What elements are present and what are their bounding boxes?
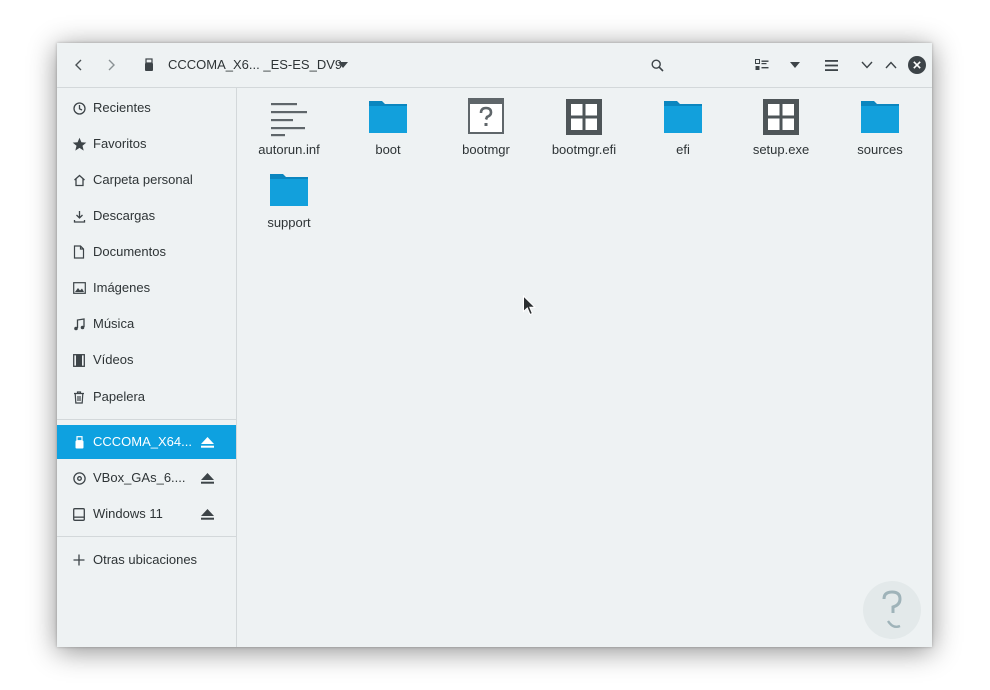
star-icon: [71, 136, 87, 152]
sidebar-item-papelera[interactable]: Papelera: [57, 380, 236, 414]
sidebar-item-label: Windows 11: [93, 506, 163, 521]
optical-disc-icon: [71, 470, 87, 486]
sidebar-item-label: Papelera: [93, 389, 146, 404]
chevron-left-icon: [75, 59, 82, 71]
sidebar-item-label: Favoritos: [93, 136, 147, 151]
header-bar: CCCOMA_X6... _ES-ES_DV9: [57, 43, 932, 88]
file-name: boot: [375, 142, 401, 157]
file-manager-window: CCCOMA_X6... _ES-ES_DV9 Recientes Favori…: [57, 43, 932, 647]
sidebar-item-label: Otras ubicaciones: [93, 552, 198, 567]
file-name: bootmgr.efi: [551, 142, 617, 157]
eject-icon[interactable]: [200, 471, 214, 485]
image-icon: [71, 280, 87, 296]
download-icon: [71, 208, 87, 224]
path-dropdown-button[interactable]: [329, 51, 357, 79]
document-icon: [71, 244, 87, 260]
chevron-right-icon: [108, 59, 115, 71]
sidebar-item-descargas[interactable]: Descargas: [57, 199, 236, 233]
eject-icon[interactable]: [200, 435, 214, 449]
usb-drive-icon: [71, 434, 87, 450]
clock-icon: [71, 100, 87, 116]
trash-icon: [71, 389, 87, 405]
triangle-down-icon: [338, 62, 348, 68]
sidebar-item-musica[interactable]: Música: [57, 307, 236, 341]
sidebar-device-vbox[interactable]: VBox_GAs_6....: [57, 461, 236, 495]
triangle-down-icon: [790, 62, 800, 68]
hamburger-menu-icon: [824, 59, 838, 71]
file-item[interactable]: autorun.inf: [240, 88, 338, 158]
home-icon: [71, 172, 87, 188]
view-options-button[interactable]: [781, 51, 809, 79]
sidebar-item-label: Música: [93, 316, 135, 331]
close-icon: [908, 56, 926, 74]
sidebar-separator: [57, 419, 236, 420]
sidebar-item-favoritos[interactable]: Favoritos: [57, 127, 236, 161]
file-name: setup.exe: [752, 142, 810, 157]
sidebar-item-label: Recientes: [93, 100, 151, 115]
unknown-file-icon: [468, 98, 504, 134]
file-name: sources: [857, 142, 903, 157]
watermark-logo-icon: [863, 581, 921, 639]
mouse-cursor-icon: [523, 295, 537, 316]
sidebar-device-cccoma[interactable]: CCCOMA_X64...: [57, 425, 236, 459]
sidebar-item-otras-ubicaciones[interactable]: Otras ubicaciones: [57, 543, 236, 577]
sidebar-item-recientes[interactable]: Recientes: [57, 91, 236, 125]
folder-icon: [861, 101, 899, 133]
path-title[interactable]: CCCOMA_X6... _ES-ES_DV9: [168, 57, 342, 72]
sidebar-item-label: Vídeos: [93, 352, 134, 367]
file-name: bootmgr: [462, 142, 510, 157]
forward-button[interactable]: [97, 51, 125, 79]
chevron-up-icon: [885, 61, 897, 69]
path-drive-button[interactable]: [135, 51, 163, 79]
file-name: autorun.inf: [258, 142, 320, 157]
file-grid: autorun.inf boot bootmgr bootmgr.efi efi…: [237, 88, 932, 647]
main-menu-button[interactable]: [817, 51, 845, 79]
film-icon: [71, 352, 87, 368]
sidebar-item-label: Imágenes: [93, 280, 151, 295]
folder-icon: [270, 174, 308, 206]
hard-drive-icon: [71, 506, 87, 522]
sidebar-item-label: Descargas: [93, 208, 156, 223]
back-button[interactable]: [65, 51, 93, 79]
folder-item[interactable]: sources: [831, 88, 929, 158]
sidebar-device-windows11[interactable]: Windows 11: [57, 497, 236, 531]
sidebar-item-videos[interactable]: Vídeos: [57, 343, 236, 377]
sidebar-item-label: Documentos: [93, 244, 166, 259]
eject-icon[interactable]: [200, 507, 214, 521]
file-name: support: [267, 215, 311, 230]
sidebar-item-label: Carpeta personal: [93, 172, 193, 187]
view-list-icon: [755, 59, 769, 70]
maximize-button[interactable]: [877, 51, 905, 79]
close-button[interactable]: [903, 51, 931, 79]
chevron-down-icon: [861, 61, 873, 69]
sidebar-separator: [57, 536, 236, 537]
sidebar-item-imagenes[interactable]: Imágenes: [57, 271, 236, 305]
folder-item[interactable]: boot: [339, 88, 437, 158]
search-button[interactable]: [643, 51, 671, 79]
folder-item[interactable]: efi: [634, 88, 732, 158]
file-item[interactable]: setup.exe: [732, 88, 830, 158]
file-item[interactable]: bootmgr: [437, 88, 535, 158]
sidebar-item-label: VBox_GAs_6....: [93, 470, 186, 485]
sidebar: Recientes Favoritos Carpeta personal Des…: [57, 88, 237, 647]
sidebar-item-carpeta-personal[interactable]: Carpeta personal: [57, 163, 236, 197]
sidebar-item-documentos[interactable]: Documentos: [57, 235, 236, 269]
file-item[interactable]: bootmgr.efi: [535, 88, 633, 158]
folder-icon: [369, 101, 407, 133]
search-icon: [650, 58, 664, 72]
music-icon: [71, 316, 87, 332]
sidebar-item-label: CCCOMA_X64...: [93, 434, 192, 449]
view-toggle-button[interactable]: [748, 51, 776, 79]
executable-icon: [763, 99, 799, 135]
executable-icon: [566, 99, 602, 135]
folder-item[interactable]: support: [240, 161, 338, 231]
text-file-icon: [271, 103, 307, 137]
file-name: efi: [676, 142, 690, 157]
folder-icon: [664, 101, 702, 133]
plus-icon: [71, 552, 87, 568]
usb-drive-icon: [145, 58, 153, 71]
